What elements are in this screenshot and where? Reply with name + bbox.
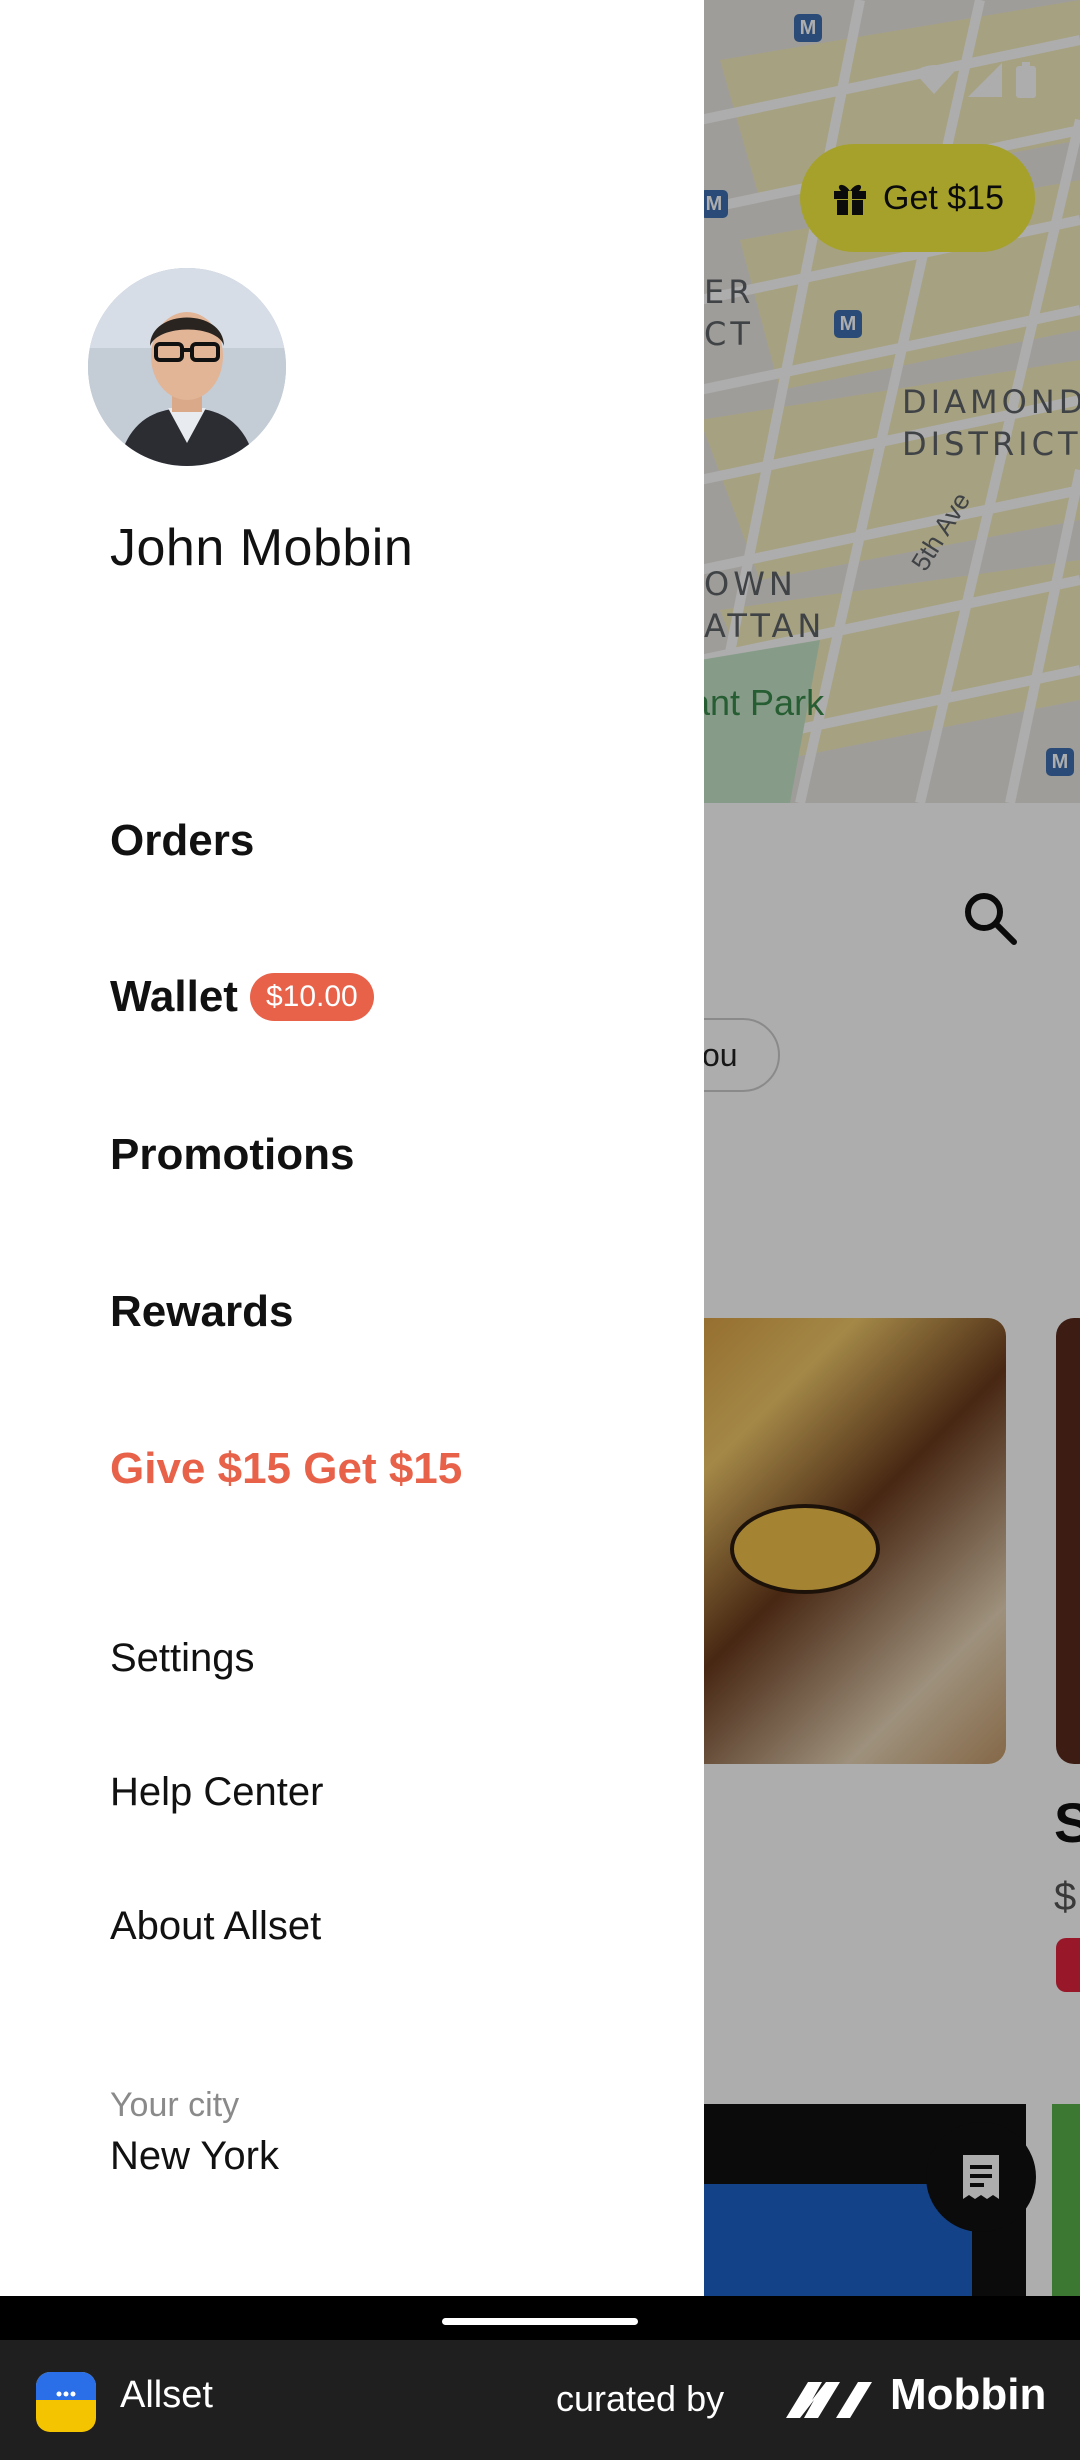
menu-item-rewards[interactable]: Rewards xyxy=(110,1287,293,1337)
mobbin-brand: Mobbin xyxy=(890,2370,1047,2419)
curated-by-label: curated by xyxy=(556,2378,725,2419)
menu-item-label: Orders xyxy=(110,816,255,865)
menu-item-help-center[interactable]: Help Center xyxy=(110,1770,323,1815)
menu-item-label: Give $15 Get $15 xyxy=(110,1444,463,1493)
menu-item-label: Rewards xyxy=(110,1287,294,1336)
mobbin-logo-icon xyxy=(786,2382,872,2418)
avatar[interactable] xyxy=(88,268,286,466)
city-selector[interactable]: New York xyxy=(110,2134,279,2179)
home-gesture-handle[interactable] xyxy=(442,2318,638,2325)
city-caption: Your city xyxy=(110,2086,240,2124)
menu-item-label: Promotions xyxy=(110,1130,355,1179)
menu-item-orders[interactable]: Orders xyxy=(110,816,254,866)
menu-item-label: Wallet xyxy=(110,972,238,1021)
menu-item-promotions[interactable]: Promotions xyxy=(110,1130,354,1180)
app-name: Allset xyxy=(120,2374,213,2416)
navigation-drawer: John Mobbin Orders Wallet $10.00 Promoti… xyxy=(0,0,704,2296)
menu-item-referral[interactable]: Give $15 Get $15 xyxy=(110,1444,462,1494)
attribution-footer: Allset curated by Mobbin xyxy=(0,2340,1080,2460)
menu-item-wallet[interactable]: Wallet $10.00 xyxy=(110,972,374,1022)
menu-item-label: Help Center xyxy=(110,1770,324,1814)
menu-item-about[interactable]: About Allset xyxy=(110,1904,321,1949)
menu-item-settings[interactable]: Settings xyxy=(110,1636,255,1681)
menu-item-label: Settings xyxy=(110,1636,255,1680)
user-photo xyxy=(88,268,286,466)
wallet-balance-badge: $10.00 xyxy=(249,973,374,1021)
allset-app-icon xyxy=(36,2372,96,2432)
user-name: John Mobbin xyxy=(110,519,414,577)
menu-item-label: About Allset xyxy=(110,1904,322,1948)
